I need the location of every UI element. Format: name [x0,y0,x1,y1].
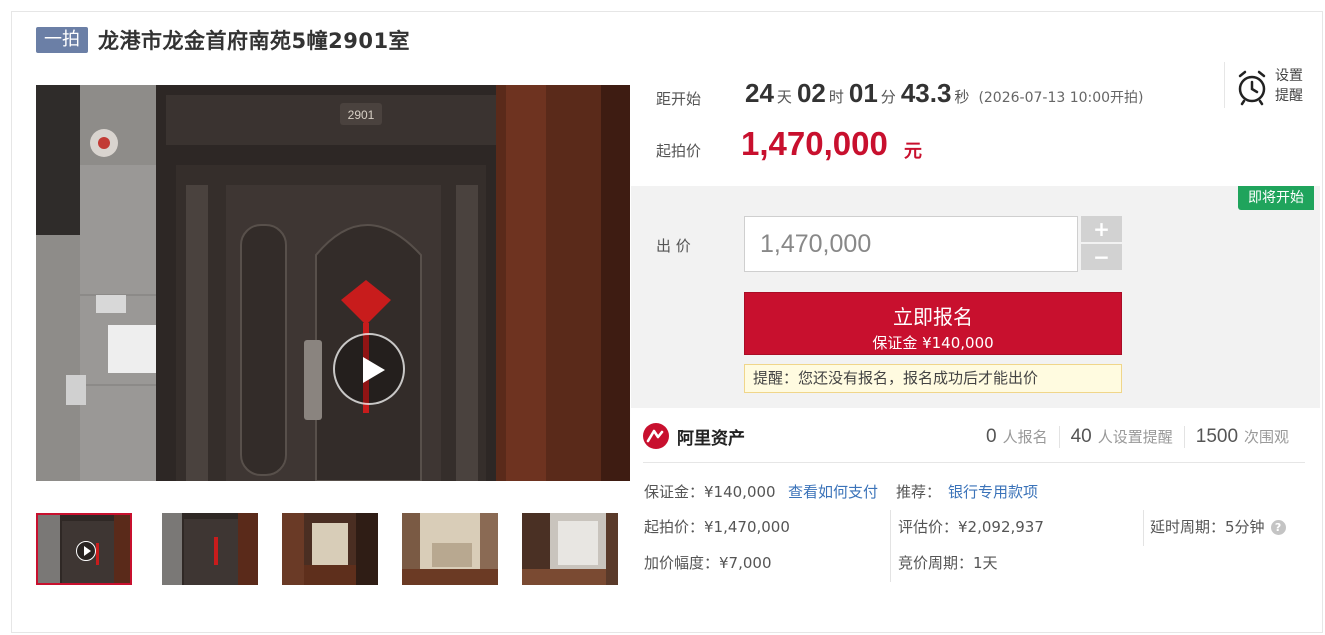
countdown-days-unit: 天 [776,88,792,106]
stat-reminders: 40 人设置提醒 [1058,426,1184,448]
video-play-button[interactable] [333,333,405,405]
stat-signups: 0 人报名 [975,426,1059,448]
bid-label: 出 价 [656,237,691,255]
thumbnail-bedroom-photo [402,513,498,585]
start-time-note: (2026-07-13 10:00开拍) [978,90,1144,106]
delay-period-info: 延时周期：5分钟? [1150,516,1286,537]
thumbnail-play-icon [76,541,96,561]
start-price-label: 起拍价 [656,142,702,160]
countdown-minutes-unit: 分 [880,88,896,106]
thumbnail-1[interactable] [36,513,132,585]
signup-notice: 提醒：您还没有报名，报名成功后才能出价 [744,364,1122,393]
alarm-clock-icon [1238,70,1266,106]
reminder-label: 设置 提醒 [1275,66,1303,106]
bank-payment-link[interactable]: 银行专用款项 [948,481,1038,502]
divider [890,510,891,582]
countdown-days: 24 [745,78,774,108]
auction-round-tag: 一拍 [36,27,88,53]
decrease-bid-button[interactable]: − [1081,244,1122,270]
countdown-seconds: 43.3 [900,78,952,108]
door-photo-illustration: 2901 [36,85,630,481]
thumbnail-5[interactable] [522,513,618,585]
thumbnail-strip [36,513,630,587]
signup-button[interactable]: 立即报名 保证金 ¥140,000 [744,292,1122,355]
stat-views-num: 1500 [1195,426,1239,447]
delay-period-text: 延时周期：5分钟 [1150,518,1265,536]
countdown-minutes: 01 [848,78,878,108]
thumbnail-3[interactable] [282,513,378,585]
countdown-timer: 24 天 02 时 01 分 43.3 秒 (2026-07-13 10:00开… [745,78,1144,109]
thumbnail-2[interactable] [162,513,258,585]
set-reminder-button[interactable]: 设置 提醒 [1224,62,1308,108]
start-price-info: 起拍价：¥1,470,000 [644,518,790,536]
countdown-seconds-unit: 秒 [954,88,970,106]
title-row: 一拍 龙港市龙金首府南苑5幢2901室 [36,26,410,54]
thumbnail-4[interactable] [402,513,498,585]
door-number-text: 2901 [348,108,375,122]
stat-signups-label: 人报名 [1002,428,1048,446]
thumbnail-hallway-photo [282,513,378,585]
appraisal-info: 评估价：¥2,092,937 [898,518,1044,536]
platform-name: 阿里资产 [677,428,745,449]
stat-reminders-label: 人设置提醒 [1097,428,1173,446]
divider [1143,510,1144,546]
reminder-line-2: 提醒 [1275,88,1303,104]
page-title: 龙港市龙金首府南苑5幢2901室 [98,29,411,53]
increment-info: 加价幅度：¥7,000 [644,554,772,572]
stat-reminders-num: 40 [1070,426,1092,447]
signup-label: 立即报名 [893,305,973,329]
deposit-label: 保证金 ¥140,000 [872,334,994,352]
stat-views: 1500 次围观 [1183,426,1300,448]
main-photo-video[interactable]: 2901 [36,85,630,481]
start-price-value: 1,470,000 [741,125,888,162]
bid-period-info: 竞价周期：1天 [898,554,998,572]
divider [643,462,1305,463]
status-badge: 即将开始 [1238,186,1314,210]
how-to-pay-link[interactable]: 查看如何支付 [788,481,878,502]
countdown-hours: 02 [796,78,826,108]
bid-amount-input[interactable]: 1,470,000 [744,216,1078,272]
ali-assets-icon [643,423,669,449]
thumbnail-balcony-photo [522,513,618,585]
ali-assets-logo: 阿里资产 [643,423,745,449]
countdown-label: 距开始 [656,90,702,108]
increase-bid-button[interactable]: + [1081,216,1122,242]
stat-views-label: 次围观 [1244,428,1290,446]
reminder-line-1: 设置 [1275,68,1303,84]
stat-signups-num: 0 [986,426,997,447]
help-icon[interactable]: ? [1270,520,1286,535]
start-price-unit: 元 [904,141,922,162]
countdown-hours-unit: 时 [828,88,844,106]
auction-stats: 0 人报名 40 人设置提醒 1500 次围观 [975,426,1300,448]
thumbnail-door-photo [162,513,258,585]
deposit-info: 保证金：¥140,000 [644,483,776,501]
recommend-label: 推荐： [896,483,942,501]
